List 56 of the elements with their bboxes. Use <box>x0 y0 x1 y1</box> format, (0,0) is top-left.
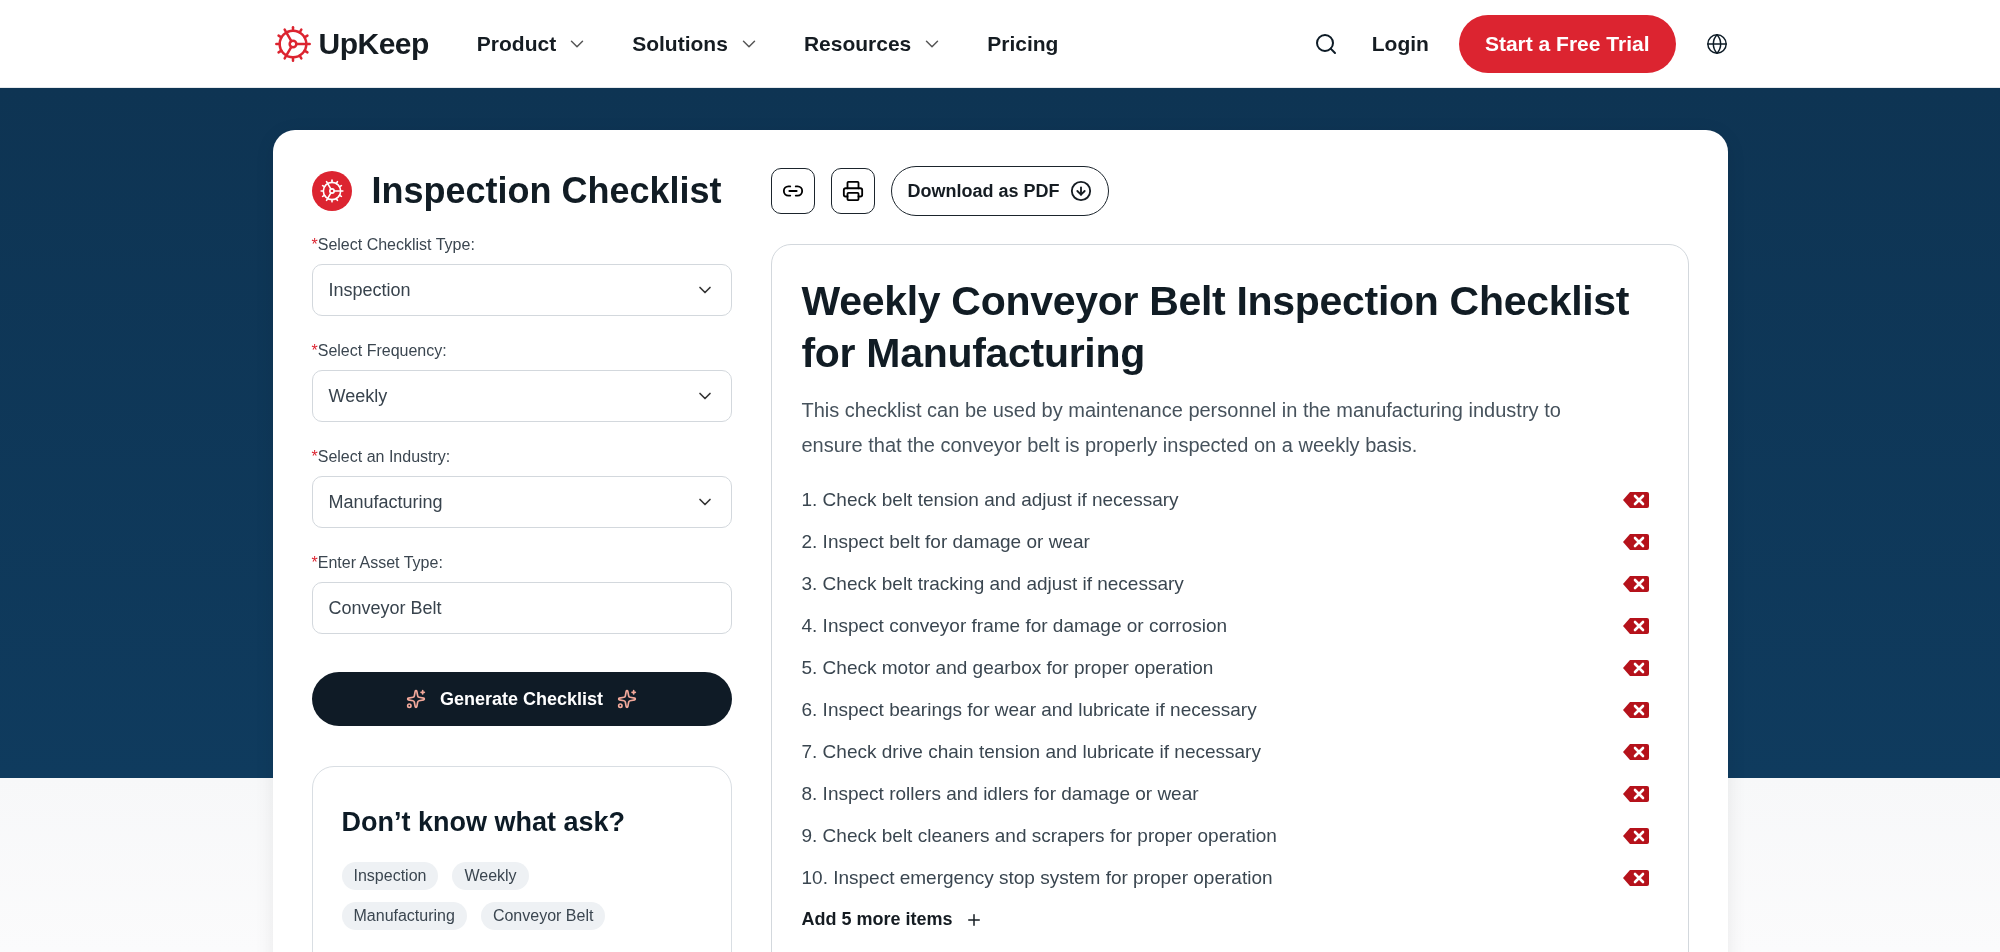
login-link[interactable]: Login <box>1371 31 1429 56</box>
delete-icon[interactable] <box>1621 827 1650 845</box>
checklist-item: 3. Check belt tracking and adjust if necessary <box>801 573 1184 595</box>
nav-link[interactable]: Product <box>476 31 589 56</box>
checklist-item: 7. Check drive chain tension and lubricate if necessary <box>801 741 1261 763</box>
field-label: *Enter Asset Type: <box>311 554 444 572</box>
input-field[interactable]: Conveyor Belt <box>311 582 732 634</box>
delete-icon[interactable] <box>1621 533 1650 551</box>
generator-title: Inspection Checklist <box>371 170 722 212</box>
select-field[interactable]: Manufacturing <box>311 476 732 528</box>
globe-icon[interactable] <box>1705 32 1728 55</box>
checklist-item: 4. Inspect conveyor frame for damage or corrosion <box>801 615 1228 637</box>
select-field[interactable]: Inspection <box>311 264 732 316</box>
checklist-item: 5. Check motor and gearbox for proper operation <box>801 657 1214 679</box>
checklist-item: 2. Inspect belt for damage or wear <box>801 531 1090 553</box>
print-button[interactable] <box>830 168 875 214</box>
delete-icon[interactable] <box>1621 575 1650 593</box>
nav-link[interactable]: Resources <box>803 31 944 56</box>
gear-icon <box>311 171 352 211</box>
checklist-item: 8. Inspect rollers and idlers for damage or wear <box>801 783 1199 805</box>
gear-icon <box>272 23 313 64</box>
delete-icon[interactable] <box>1621 743 1650 761</box>
brand-name[interactable]: UpKeep <box>318 26 429 61</box>
help-title: Don’t know what ask? <box>341 807 627 838</box>
field-label: *Select an Industry: <box>311 448 452 466</box>
field-label: *Select Checklist Type: <box>311 236 476 254</box>
sparkle-icon <box>617 689 638 709</box>
checklist-item: 6. Inspect bearings for wear and lubricate if necessary <box>801 699 1257 721</box>
delete-icon[interactable] <box>1621 785 1650 803</box>
printer-icon <box>841 180 864 202</box>
nav-link[interactable]: Pricing <box>987 31 1059 56</box>
search-icon[interactable] <box>1313 31 1338 56</box>
checklist-description: This checklist can be used by maintenance personnel in the manufacturing industry to ensure that the conveyor belt is properly inspected on a weekly basis. <box>801 398 1562 458</box>
delete-icon[interactable] <box>1621 491 1650 509</box>
delete-icon[interactable] <box>1621 869 1650 887</box>
tag-chip[interactable]: Inspection <box>341 862 439 890</box>
delete-icon[interactable] <box>1621 617 1650 635</box>
generate-button[interactable]: Generate Checklist <box>311 672 732 726</box>
download-icon <box>1069 180 1092 202</box>
sparkle-icon <box>405 689 426 709</box>
download-button[interactable]: Download as PDF <box>890 166 1109 216</box>
tag-chip[interactable]: Conveyor Belt <box>480 902 606 930</box>
add-items-button[interactable]: Add 5 more items <box>801 909 983 930</box>
select-field[interactable]: Weekly <box>311 370 732 422</box>
delete-icon[interactable] <box>1621 701 1650 719</box>
checklist-item: 1. Check belt tension and adjust if necessary <box>801 489 1179 511</box>
trial-button[interactable]: Start a Free Trial <box>1458 14 1676 73</box>
nav-link[interactable]: Solutions <box>632 31 760 56</box>
checklist-item: 9. Check belt cleaners and scrapers for proper operation <box>801 825 1277 847</box>
checklist-item: 10. Inspect emergency stop system for proper operation <box>801 867 1273 889</box>
checklist-title: Weekly Conveyor Belt Inspection Checklist for Manufacturing <box>801 277 1631 378</box>
tag-chip[interactable]: Manufacturing <box>341 902 467 930</box>
link-button[interactable] <box>770 168 815 214</box>
delete-icon[interactable] <box>1621 659 1650 677</box>
tag-chip[interactable]: Weekly <box>452 862 529 890</box>
field-label: *Select Frequency: <box>311 342 448 360</box>
